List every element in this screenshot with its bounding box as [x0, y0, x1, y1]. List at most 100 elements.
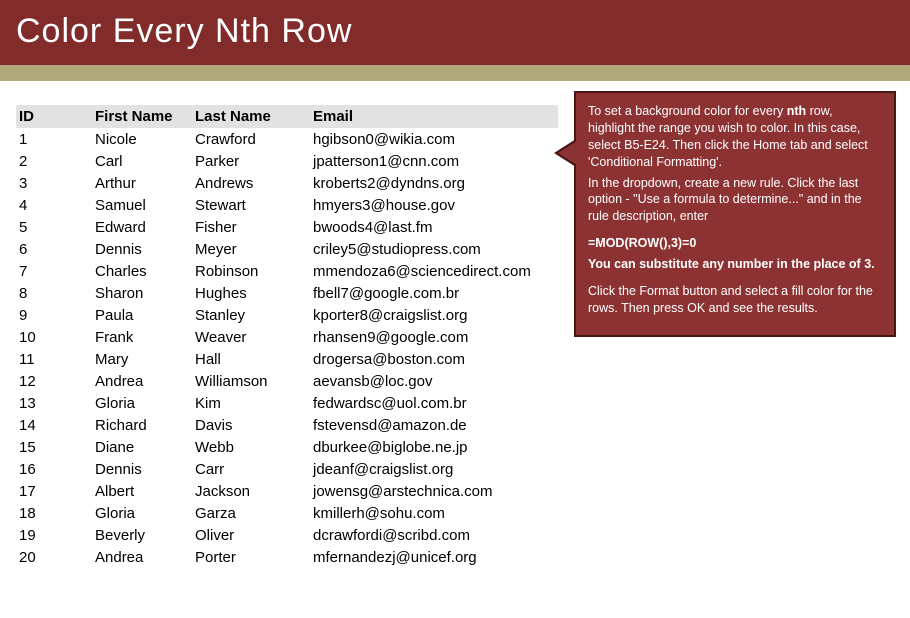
cell-last: Andrews — [192, 172, 310, 194]
cell-first: Andrea — [92, 546, 192, 568]
cell-id: 10 — [16, 326, 92, 348]
callout-arrow-inner-icon — [558, 141, 577, 165]
cell-first: Frank — [92, 326, 192, 348]
callout-p1-a: To set a background color for every — [588, 104, 787, 118]
header-stripe — [0, 65, 910, 81]
cell-id: 6 — [16, 238, 92, 260]
cell-email: mfernandezj@unicef.org — [310, 546, 558, 568]
cell-first: Beverly — [92, 524, 192, 546]
table-row: 17AlbertJacksonjowensg@arstechnica.com — [16, 480, 558, 502]
col-header-email: Email — [310, 105, 558, 128]
cell-id: 4 — [16, 194, 92, 216]
cell-id: 8 — [16, 282, 92, 304]
cell-email: kroberts2@dyndns.org — [310, 172, 558, 194]
table-row: 10FrankWeaverrhansen9@google.com — [16, 326, 558, 348]
cell-id: 16 — [16, 458, 92, 480]
cell-first: Sharon — [92, 282, 192, 304]
table-row: 4SamuelStewarthmyers3@house.gov — [16, 194, 558, 216]
cell-id: 19 — [16, 524, 92, 546]
table-row: 13GloriaKimfedwardsc@uol.com.br — [16, 392, 558, 414]
content-area: ID First Name Last Name Email 1NicoleCra… — [0, 81, 910, 568]
cell-first: Nicole — [92, 128, 192, 150]
cell-last: Carr — [192, 458, 310, 480]
cell-id: 11 — [16, 348, 92, 370]
cell-first: Mary — [92, 348, 192, 370]
cell-id: 1 — [16, 128, 92, 150]
cell-id: 20 — [16, 546, 92, 568]
col-header-last: Last Name — [192, 105, 310, 128]
cell-first: Carl — [92, 150, 192, 172]
cell-email: kporter8@craigslist.org — [310, 304, 558, 326]
cell-email: dburkee@biglobe.ne.jp — [310, 436, 558, 458]
cell-email: drogersa@boston.com — [310, 348, 558, 370]
cell-id: 5 — [16, 216, 92, 238]
cell-last: Robinson — [192, 260, 310, 282]
cell-email: criley5@studiopress.com — [310, 238, 558, 260]
callout-box: To set a background color for every nth … — [574, 91, 896, 337]
callout-formula: =MOD(ROW(),3)=0 — [588, 235, 882, 252]
cell-last: Porter — [192, 546, 310, 568]
cell-first: Arthur — [92, 172, 192, 194]
cell-email: hgibson0@wikia.com — [310, 128, 558, 150]
cell-first: Edward — [92, 216, 192, 238]
table-row: 3ArthurAndrewskroberts2@dyndns.org — [16, 172, 558, 194]
cell-last: Hall — [192, 348, 310, 370]
cell-last: Crawford — [192, 128, 310, 150]
cell-email: fstevensd@amazon.de — [310, 414, 558, 436]
table-row: 7CharlesRobinsonmmendoza6@sciencedirect.… — [16, 260, 558, 282]
table-row: 16DennisCarrjdeanf@craigslist.org — [16, 458, 558, 480]
page-header: Color Every Nth Row — [0, 0, 910, 65]
table-header-row: ID First Name Last Name Email — [16, 105, 558, 128]
cell-first: Samuel — [92, 194, 192, 216]
table-row: 8SharonHughesfbell7@google.com.br — [16, 282, 558, 304]
cell-last: Oliver — [192, 524, 310, 546]
cell-id: 18 — [16, 502, 92, 524]
cell-email: dcrawfordi@scribd.com — [310, 524, 558, 546]
table-row: 2CarlParkerjpatterson1@cnn.com — [16, 150, 558, 172]
cell-email: aevansb@loc.gov — [310, 370, 558, 392]
cell-last: Jackson — [192, 480, 310, 502]
cell-first: Dennis — [92, 238, 192, 260]
callout-sub: You can substitute any number in the pla… — [588, 256, 882, 273]
cell-email: kmillerh@sohu.com — [310, 502, 558, 524]
table-row: 6DennisMeyercriley5@studiopress.com — [16, 238, 558, 260]
cell-last: Stanley — [192, 304, 310, 326]
table-row: 5EdwardFisherbwoods4@last.fm — [16, 216, 558, 238]
cell-first: Paula — [92, 304, 192, 326]
instruction-callout: To set a background color for every nth … — [574, 91, 896, 337]
cell-email: fbell7@google.com.br — [310, 282, 558, 304]
cell-last: Garza — [192, 502, 310, 524]
callout-p1: To set a background color for every nth … — [588, 103, 882, 171]
cell-email: mmendoza6@sciencedirect.com — [310, 260, 558, 282]
cell-last: Weaver — [192, 326, 310, 348]
cell-first: Charles — [92, 260, 192, 282]
cell-last: Kim — [192, 392, 310, 414]
cell-id: 17 — [16, 480, 92, 502]
cell-last: Fisher — [192, 216, 310, 238]
table-row: 9PaulaStanleykporter8@craigslist.org — [16, 304, 558, 326]
table-row: 15DianeWebbdburkee@biglobe.ne.jp — [16, 436, 558, 458]
cell-first: Andrea — [92, 370, 192, 392]
cell-id: 13 — [16, 392, 92, 414]
table-row: 14RichardDavisfstevensd@amazon.de — [16, 414, 558, 436]
cell-last: Williamson — [192, 370, 310, 392]
table-row: 11MaryHalldrogersa@boston.com — [16, 348, 558, 370]
table-row: 20AndreaPortermfernandezj@unicef.org — [16, 546, 558, 568]
cell-first: Dennis — [92, 458, 192, 480]
cell-last: Hughes — [192, 282, 310, 304]
data-table: ID First Name Last Name Email 1NicoleCra… — [16, 105, 558, 568]
cell-email: rhansen9@google.com — [310, 326, 558, 348]
table-row: 1NicoleCrawfordhgibson0@wikia.com — [16, 128, 558, 150]
cell-id: 3 — [16, 172, 92, 194]
cell-id: 15 — [16, 436, 92, 458]
cell-first: Richard — [92, 414, 192, 436]
cell-first: Gloria — [92, 502, 192, 524]
cell-last: Meyer — [192, 238, 310, 260]
cell-id: 2 — [16, 150, 92, 172]
cell-email: jpatterson1@cnn.com — [310, 150, 558, 172]
callout-p2: In the dropdown, create a new rule. Clic… — [588, 175, 882, 226]
col-header-id: ID — [16, 105, 92, 128]
callout-p1-bold: nth — [787, 104, 806, 118]
table-body: 1NicoleCrawfordhgibson0@wikia.com2CarlPa… — [16, 128, 558, 568]
cell-first: Albert — [92, 480, 192, 502]
